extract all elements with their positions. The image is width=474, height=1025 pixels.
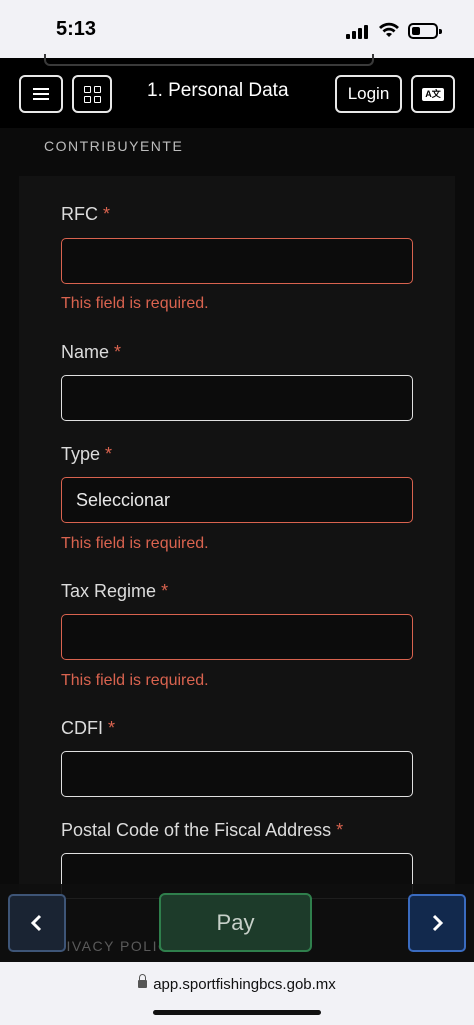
cdfi-input[interactable] — [61, 751, 413, 797]
cellular-signal-icon — [346, 25, 372, 39]
grid-icon — [83, 85, 101, 103]
tax-regime-error: This field is required. — [61, 672, 209, 689]
section-label: CONTRIBUYENTE — [44, 138, 184, 154]
name-label: Name * — [61, 342, 121, 363]
required-mark: * — [114, 342, 122, 362]
translate-icon: A文 — [422, 87, 444, 101]
previous-button[interactable] — [8, 894, 66, 952]
login-button[interactable]: Login — [335, 75, 402, 113]
tax-regime-label-text: Tax Regime — [61, 581, 157, 601]
pay-button[interactable]: Pay — [159, 893, 312, 952]
rfc-label: RFC * — [61, 204, 110, 225]
battery-icon — [408, 23, 442, 39]
grid-view-button[interactable] — [72, 75, 112, 113]
type-label: Type * — [61, 444, 112, 465]
url-bar-edge — [0, 54, 474, 70]
type-error: This field is required. — [61, 535, 209, 552]
rfc-error: This field is required. — [61, 295, 209, 312]
required-mark: * — [103, 204, 111, 224]
name-label-text: Name — [61, 342, 110, 362]
chevron-right-icon — [432, 914, 444, 932]
postal-code-label-text: Postal Code of the Fiscal Address — [61, 820, 332, 840]
required-mark: * — [105, 444, 113, 464]
tax-regime-label: Tax Regime * — [61, 581, 168, 602]
lock-icon — [138, 974, 148, 988]
type-select[interactable]: Seleccionar — [61, 477, 413, 523]
rfc-label-text: RFC — [61, 204, 98, 224]
required-mark: * — [108, 718, 116, 738]
cdfi-label: CDFI * — [61, 718, 115, 739]
rfc-input[interactable] — [61, 238, 413, 284]
language-button[interactable]: A文 — [411, 75, 455, 113]
domain-text: app.sportfishingbcs.gob.mx — [153, 976, 336, 993]
app-header: 1. Personal Data Login A文 — [0, 70, 474, 128]
tax-regime-input[interactable] — [61, 614, 413, 660]
required-mark: * — [161, 581, 169, 601]
status-time: 5:13 — [56, 18, 97, 40]
menu-button[interactable] — [19, 75, 63, 113]
chevron-left-icon — [30, 914, 42, 932]
home-indicator — [153, 1010, 321, 1015]
browser-domain: app.sportfishingbcs.gob.mx — [0, 974, 474, 993]
type-label-text: Type — [61, 444, 101, 464]
postal-code-label: Postal Code of the Fiscal Address * — [61, 820, 343, 841]
required-mark: * — [336, 820, 344, 840]
page-title: 1. Personal Data — [147, 80, 289, 101]
status-bar: 5:13 — [0, 0, 474, 58]
browser-address-bar[interactable]: app.sportfishingbcs.gob.mx — [0, 962, 474, 1025]
cdfi-label-text: CDFI — [61, 718, 103, 738]
wifi-icon — [379, 22, 399, 37]
name-input[interactable] — [61, 375, 413, 421]
hamburger-icon — [33, 85, 49, 103]
next-button[interactable] — [408, 894, 466, 952]
